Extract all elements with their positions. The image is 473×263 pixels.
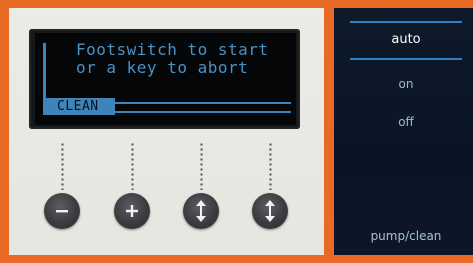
mode-auto[interactable]: auto — [350, 32, 462, 47]
lcd-line-2: or a key to abort — [76, 58, 249, 77]
mode-on[interactable]: on — [350, 77, 462, 91]
lcd-status-label: CLEAN — [43, 98, 115, 115]
key-leader-2 — [131, 142, 134, 190]
minus-icon — [56, 210, 68, 213]
key-leader-1 — [61, 142, 64, 190]
mode-pump-clean[interactable]: pump/clean — [350, 229, 462, 243]
key-leader-3 — [200, 142, 203, 190]
mode-off[interactable]: off — [350, 115, 462, 129]
up-down-arrow-icon — [196, 200, 206, 222]
plus-icon — [126, 205, 138, 217]
scroll-button-1[interactable] — [183, 193, 219, 229]
scroll-button-2[interactable] — [252, 193, 288, 229]
lcd-line-1: Footswitch to start — [76, 40, 269, 59]
plus-button[interactable] — [114, 193, 150, 229]
lcd-rule-bottom — [115, 111, 291, 113]
lcd-left-bar — [43, 43, 46, 101]
menu-rule-auto — [350, 58, 462, 60]
minus-button[interactable] — [44, 193, 80, 229]
lcd-rule-top — [115, 102, 291, 104]
up-down-arrow-icon — [265, 200, 275, 222]
key-leader-4 — [269, 142, 272, 190]
menu-rule-top — [350, 21, 462, 23]
